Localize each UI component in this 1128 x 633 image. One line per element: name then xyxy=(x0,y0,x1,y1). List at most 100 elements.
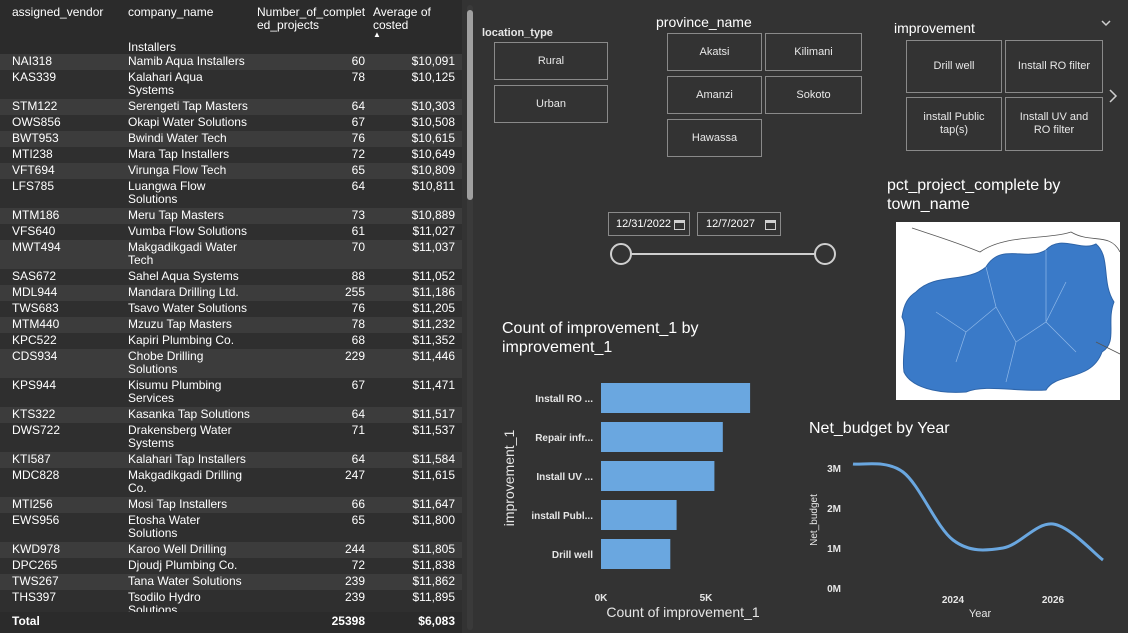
table-row[interactable]: MWT494 Makgadikgadi Water Tech 70 $11,037 xyxy=(0,240,462,269)
cell-average: $11,186 xyxy=(412,285,456,299)
cell-projects: 78 xyxy=(351,70,365,84)
cell-projects: 88 xyxy=(351,269,365,283)
slider-start-handle[interactable] xyxy=(610,243,632,265)
table-row[interactable]: NAI318 Namib Aqua Installers 60 $10,091 xyxy=(0,54,462,70)
cell-average: $11,584 xyxy=(412,452,456,466)
table-row[interactable]: KTI587 Kalahari Tap Installers 64 $11,584 xyxy=(0,452,462,468)
cell-company-line: Okapi Water Solutions xyxy=(128,115,247,129)
table-row[interactable]: EWS956 Etosha Water Solutions 65 $11,800 xyxy=(0,513,462,542)
table-row[interactable]: SAS672 Sahel Aqua Systems 88 $11,052 xyxy=(0,269,462,285)
cell-company-line: Makgadikgadi Water xyxy=(128,240,237,254)
table-header: assigned_vendor company_name Number_of_c… xyxy=(0,0,462,40)
cell-company-line: Kalahari Tap Installers xyxy=(128,452,246,466)
cell-projects: 229 xyxy=(344,349,365,363)
table-row[interactable]: CDS934 Chobe Drilling Solutions 229 $11,446 xyxy=(0,349,462,378)
table-scrollbar-thumb[interactable] xyxy=(467,10,473,200)
cell-company-line: Systems xyxy=(128,436,175,450)
improvement-option-public-tap[interactable]: install Public tap(s) xyxy=(906,97,1002,151)
cell-company-line: Services xyxy=(128,391,175,405)
table-row[interactable]: VFT694 Virunga Flow Tech 65 $10,809 xyxy=(0,163,462,179)
improvement-option-drill-well[interactable]: Drill well xyxy=(906,40,1002,93)
cell-company: Djoudj Plumbing Co. xyxy=(128,559,237,572)
cell-vendor: MWT494 xyxy=(12,240,61,254)
table-row[interactable]: KWD978 Karoo Well Drilling 244 $11,805 xyxy=(0,542,462,558)
table-row[interactable]: TWS267 Tana Water Solutions 239 $11,862 xyxy=(0,574,462,590)
town-map[interactable] xyxy=(896,222,1120,400)
cell-vendor: MDL944 xyxy=(12,285,58,299)
header-average-cost[interactable]: Average of costed xyxy=(373,6,462,32)
table-row[interactable]: KPS944 Kisumu Plumbing Services 67 $11,471 xyxy=(0,378,462,407)
improvement-option-uv-ro[interactable]: Install UV and RO filter xyxy=(1005,97,1103,151)
cell-company-line: Tsavo Water Solutions xyxy=(128,301,247,315)
bar[interactable] xyxy=(601,500,677,530)
table-row[interactable]: DWS722 Drakensberg Water Systems 71 $11,537 xyxy=(0,423,462,452)
table-row[interactable]: MTM186 Meru Tap Masters 73 $10,889 xyxy=(0,208,462,224)
cell-company: Namib Aqua Installers xyxy=(128,55,245,68)
map-title-line2: town_name xyxy=(887,196,970,213)
bar-chart[interactable]: Install RO ... Repair infr... Install UV .… xyxy=(498,375,798,625)
cell-average: $11,446 xyxy=(412,349,456,363)
calendar-icon[interactable] xyxy=(674,217,685,235)
chevron-right-icon[interactable] xyxy=(1108,88,1118,109)
cell-company-line: Chobe Drilling xyxy=(128,349,204,363)
province-option-sokoto[interactable]: Sokoto xyxy=(765,76,862,114)
cell-projects: 255 xyxy=(344,285,365,299)
table-row[interactable]: STM122 Serengeti Tap Masters 64 $10,303 xyxy=(0,99,462,115)
table-row[interactable]: LFS785 Luangwa Flow Solutions 64 $10,811 xyxy=(0,179,462,208)
bar[interactable] xyxy=(601,383,751,413)
cell-company: Makgadikgadi Drilling Co. xyxy=(128,469,242,495)
table-row[interactable]: KAS339 Kalahari Aqua Systems 78 $10,125 xyxy=(0,70,462,99)
start-date-input[interactable]: 12/31/2022 xyxy=(608,212,690,236)
cell-company-line: Djoudj Plumbing Co. xyxy=(128,558,238,572)
cell-projects: 67 xyxy=(351,378,365,392)
table-row[interactable]: TWS683 Tsavo Water Solutions 76 $11,205 xyxy=(0,301,462,317)
date-range-slider[interactable] xyxy=(605,240,840,270)
province-option-kilimani[interactable]: Kilimani xyxy=(765,33,862,71)
province-option-hawassa[interactable]: Hawassa xyxy=(667,119,762,157)
cell-company-line: Kapiri Plumbing Co. xyxy=(128,333,235,347)
bar[interactable] xyxy=(601,422,723,452)
bar[interactable] xyxy=(601,539,671,569)
cell-average: $11,037 xyxy=(412,240,456,254)
header-projects[interactable]: Number_of_complet ed_projects xyxy=(257,6,369,32)
cell-company: Mzuzu Tap Masters xyxy=(128,318,232,331)
table-row[interactable]: KTS322 Kasanka Tap Solutions 64 $11,517 xyxy=(0,407,462,423)
header-assigned-vendor[interactable]: assigned_vendor xyxy=(12,6,103,19)
table-row[interactable]: MTM440 Mzuzu Tap Masters 78 $11,232 xyxy=(0,317,462,333)
table-row[interactable]: MDL944 Mandara Drilling Ltd. 255 $11,186 xyxy=(0,285,462,301)
table-row[interactable]: MTI256 Mosi Tap Installers 66 $11,647 xyxy=(0,497,462,513)
table-row[interactable]: MTI238 Mara Tap Installers 72 $10,649 xyxy=(0,147,462,163)
header-company-name[interactable]: company_name xyxy=(128,6,213,19)
cell-company-line: Mara Tap Installers xyxy=(128,147,230,161)
location-option-rural[interactable]: Rural xyxy=(494,42,608,80)
bar[interactable] xyxy=(601,461,715,491)
cell-average: $11,800 xyxy=(412,513,456,527)
calendar-icon[interactable] xyxy=(765,217,776,235)
chevron-down-icon[interactable] xyxy=(1100,16,1112,32)
improvement-option-install-ro[interactable]: Install RO filter xyxy=(1005,40,1103,93)
y-tick-label: 0M xyxy=(827,584,841,595)
cell-company: Tsavo Water Solutions xyxy=(128,302,247,315)
cell-projects: 64 xyxy=(351,407,365,421)
province-option-amanzi[interactable]: Amanzi xyxy=(667,76,762,114)
province-option-akatsi[interactable]: Akatsi xyxy=(667,33,762,71)
improvement-slicer-title: improvement xyxy=(894,20,975,36)
x-tick-label: 0K xyxy=(595,593,609,604)
cell-company-line: Kalahari Aqua xyxy=(128,70,203,84)
table-row[interactable]: KPC522 Kapiri Plumbing Co. 68 $11,352 xyxy=(0,333,462,349)
table-row[interactable]: MDC828 Makgadikgadi Drilling Co. 247 $11,615 xyxy=(0,468,462,497)
location-option-urban[interactable]: Urban xyxy=(494,85,608,123)
cell-projects: 72 xyxy=(351,558,365,572)
end-date-input[interactable]: 12/7/2027 xyxy=(697,212,781,236)
slider-end-handle[interactable] xyxy=(814,243,836,265)
cell-company-line: Systems xyxy=(128,83,175,97)
line-chart[interactable]: 3M 2M 1M 0M 2024 2026 Year Net_budget xyxy=(805,448,1125,628)
end-date-value: 12/7/2027 xyxy=(706,218,755,230)
table-row[interactable]: BWT953 Bwindi Water Tech 76 $10,615 xyxy=(0,131,462,147)
table-row[interactable]: OWS856 Okapi Water Solutions 67 $10,508 xyxy=(0,115,462,131)
y-axis-label: improvement_1 xyxy=(501,430,517,527)
cell-company-line: Tsodilo Hydro xyxy=(128,590,201,604)
table-row[interactable]: VFS640 Vumba Flow Solutions 61 $11,027 xyxy=(0,224,462,240)
series-line[interactable] xyxy=(852,462,1104,562)
table-row[interactable]: DPC265 Djoudj Plumbing Co. 72 $11,838 xyxy=(0,558,462,574)
